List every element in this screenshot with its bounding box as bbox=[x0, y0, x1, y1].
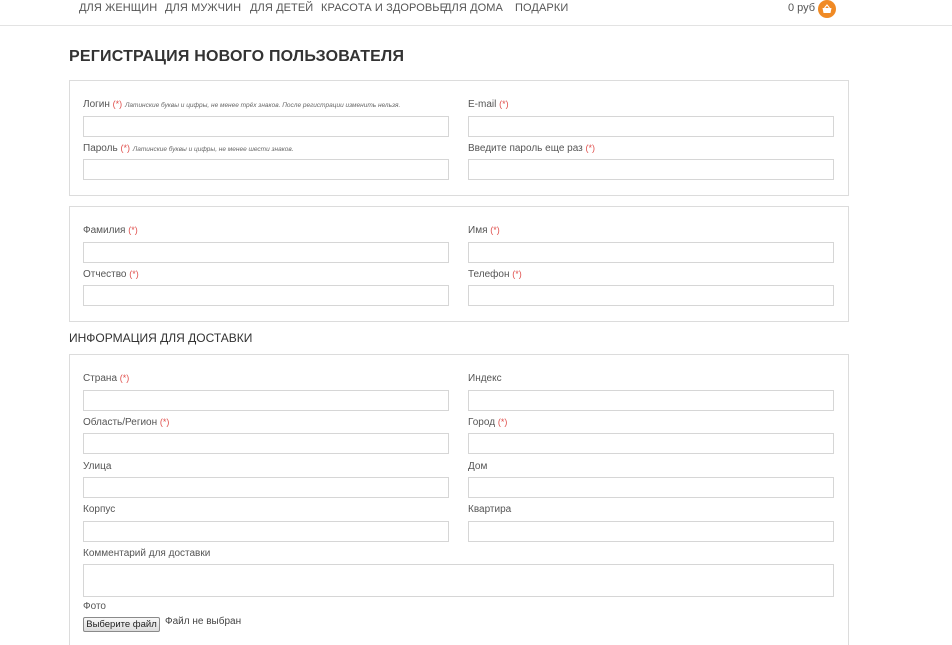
page-title: РЕГИСТРАЦИЯ НОВОГО ПОЛЬЗОВАТЕЛЯ bbox=[69, 48, 405, 65]
street-label-text: Улица bbox=[83, 461, 112, 472]
building-input[interactable] bbox=[83, 521, 449, 542]
apartment-input[interactable] bbox=[468, 521, 834, 542]
comment-label: Комментарий для доставки bbox=[83, 548, 210, 559]
required-mark: (*) bbox=[119, 373, 130, 383]
building-label: Корпус bbox=[83, 504, 115, 515]
firstname-input[interactable] bbox=[468, 242, 834, 263]
nav-item-gifts[interactable]: ПОДАРКИ bbox=[515, 2, 568, 14]
street-label: Улица bbox=[83, 461, 111, 472]
region-label-text: Область/Регион bbox=[83, 417, 158, 428]
apartment-label: Квартира bbox=[468, 504, 511, 515]
login-label: Логин (*) Латинские буквы и цифры, не ме… bbox=[83, 99, 400, 110]
phone-input[interactable] bbox=[468, 285, 834, 306]
login-hint: Латинские буквы и цифры, не менее трёх з… bbox=[124, 102, 401, 109]
nav-item-beauty-health[interactable]: КРАСОТА И ЗДОРОВЬЕ bbox=[321, 2, 447, 14]
login-input[interactable] bbox=[83, 116, 449, 137]
required-mark: (*) bbox=[499, 99, 509, 109]
email-input[interactable] bbox=[468, 116, 834, 137]
delivery-section-title: ИНФОРМАЦИЯ ДЛЯ ДОСТАВКИ bbox=[69, 331, 253, 345]
country-label: Страна (*) bbox=[83, 373, 129, 384]
password-hint: Латинские буквы и цифры, не менее шести … bbox=[132, 146, 294, 153]
firstname-label-text: Имя bbox=[468, 225, 488, 236]
required-mark: (*) bbox=[120, 143, 130, 153]
zip-label: Индекс bbox=[468, 373, 502, 384]
lastname-label: Фамилия (*) bbox=[83, 225, 138, 236]
house-input[interactable] bbox=[468, 477, 834, 498]
password-label-text: Пароль bbox=[83, 143, 118, 154]
apartment-label-text: Квартира bbox=[468, 504, 512, 515]
basket-icon[interactable] bbox=[818, 0, 836, 18]
house-label-text: Дом bbox=[468, 461, 488, 472]
region-input[interactable] bbox=[83, 433, 449, 454]
delivery-fieldset: Страна (*) Индекс Область/Регион (*) Гор… bbox=[69, 354, 849, 645]
required-mark: (*) bbox=[497, 417, 508, 427]
password-label: Пароль (*) Латинские буквы и цифры, не м… bbox=[83, 143, 294, 154]
phone-label-text: Телефон bbox=[468, 269, 510, 280]
required-mark: (*) bbox=[159, 417, 170, 427]
photo-label-text: Фото bbox=[83, 601, 106, 612]
city-label-text: Город bbox=[468, 417, 496, 428]
file-status-text: Файл не выбран bbox=[165, 616, 242, 627]
country-input[interactable] bbox=[83, 390, 449, 411]
street-input[interactable] bbox=[83, 477, 449, 498]
phone-label: Телефон (*) bbox=[468, 269, 522, 280]
required-mark: (*) bbox=[128, 225, 138, 235]
comment-textarea[interactable] bbox=[83, 564, 834, 597]
nav-item-home[interactable]: ДЛЯ ДОМА bbox=[444, 2, 503, 14]
nav-item-kids[interactable]: ДЛЯ ДЕТЕЙ bbox=[250, 2, 313, 14]
login-label-text: Логин bbox=[83, 99, 110, 110]
required-mark: (*) bbox=[112, 99, 123, 109]
password-repeat-label: Введите пароль еще раз (*) bbox=[468, 143, 595, 154]
city-input[interactable] bbox=[468, 433, 834, 454]
building-label-text: Корпус bbox=[83, 504, 116, 515]
photo-label: Фото bbox=[83, 601, 106, 612]
choose-file-button[interactable]: Выберите файл bbox=[83, 617, 160, 632]
personal-fieldset: Фамилия (*) Имя (*) Отчество (*) Телефон… bbox=[69, 206, 849, 322]
cart-total[interactable]: 0 руб bbox=[788, 2, 815, 14]
zip-input[interactable] bbox=[468, 390, 834, 411]
middlename-label: Отчество (*) bbox=[83, 269, 139, 280]
middlename-label-text: Отчество bbox=[83, 269, 127, 280]
house-label: Дом bbox=[468, 461, 487, 472]
top-navigation: ДЛЯ ЖЕНЩИН ДЛЯ МУЖЧИН ДЛЯ ДЕТЕЙ КРАСОТА … bbox=[0, 0, 952, 26]
required-mark: (*) bbox=[129, 269, 139, 279]
account-fieldset: Логин (*) Латинские буквы и цифры, не ме… bbox=[69, 80, 849, 196]
region-label: Область/Регион (*) bbox=[83, 417, 169, 428]
email-label-text: E-mail bbox=[468, 99, 497, 110]
required-mark: (*) bbox=[512, 269, 522, 279]
middlename-input[interactable] bbox=[83, 285, 449, 306]
password-repeat-label-text: Введите пароль еще раз bbox=[468, 143, 583, 154]
nav-item-men[interactable]: ДЛЯ МУЖЧИН bbox=[165, 2, 241, 14]
lastname-input[interactable] bbox=[83, 242, 449, 263]
nav-item-women[interactable]: ДЛЯ ЖЕНЩИН bbox=[79, 2, 157, 14]
firstname-label: Имя (*) bbox=[468, 225, 500, 236]
required-mark: (*) bbox=[585, 143, 596, 153]
lastname-label-text: Фамилия bbox=[83, 225, 126, 236]
comment-label-text: Комментарий для доставки bbox=[83, 548, 211, 559]
country-label-text: Страна bbox=[83, 373, 118, 384]
city-label: Город (*) bbox=[468, 417, 507, 428]
required-mark: (*) bbox=[490, 225, 500, 235]
zip-label-text: Индекс bbox=[468, 373, 502, 384]
email-label: E-mail (*) bbox=[468, 99, 509, 110]
password-repeat-input[interactable] bbox=[468, 159, 834, 180]
password-input[interactable] bbox=[83, 159, 449, 180]
